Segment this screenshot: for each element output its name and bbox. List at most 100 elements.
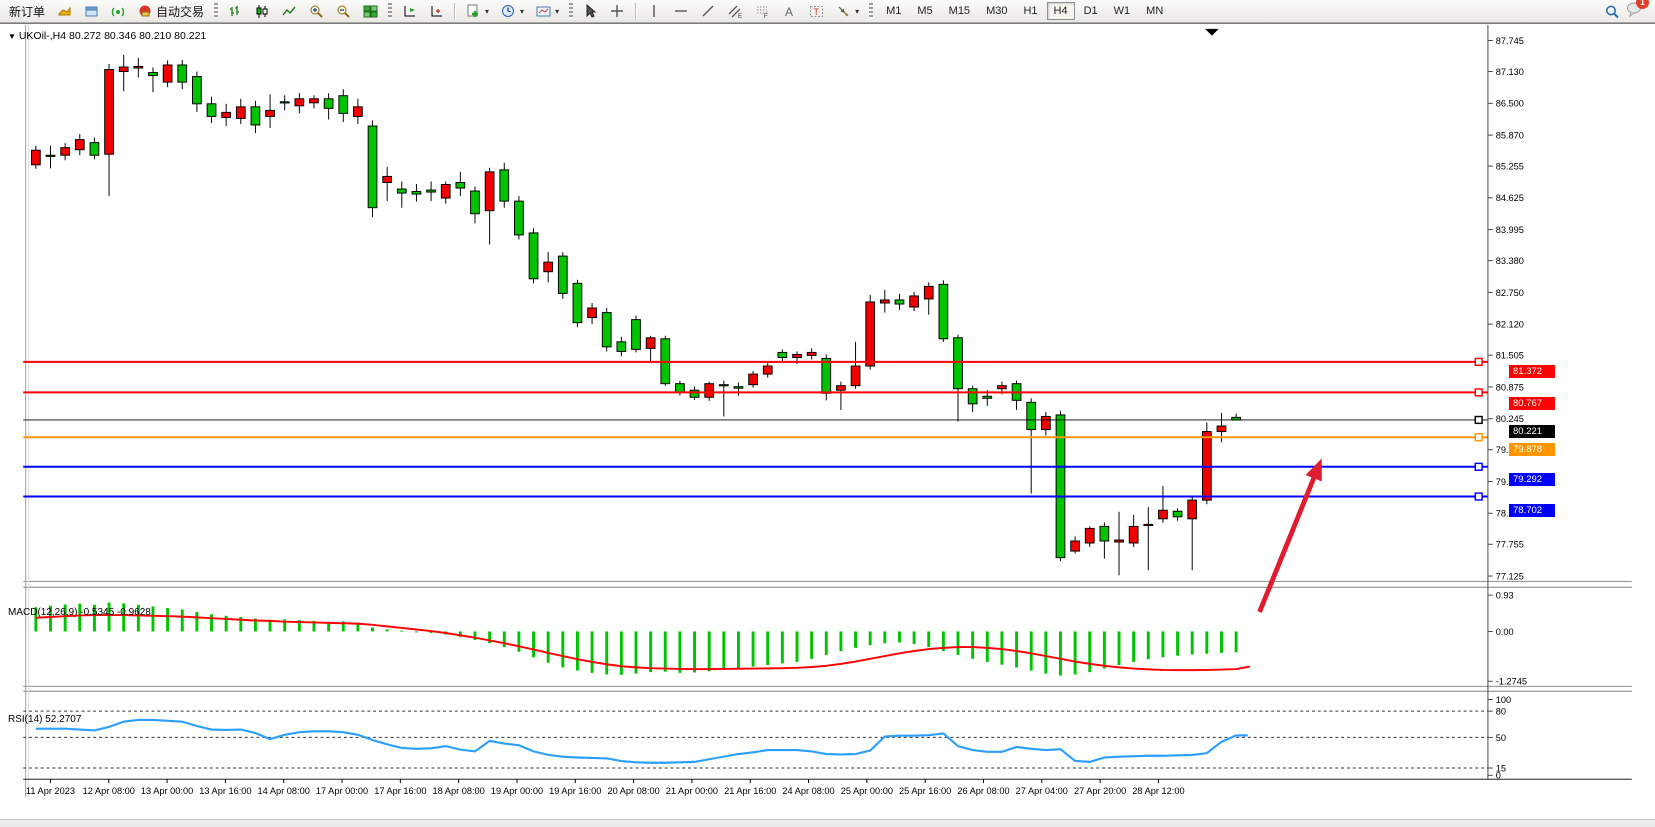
price-marker-tag[interactable]: 80.767 <box>1509 397 1555 410</box>
candle-bull <box>134 66 143 68</box>
candle-bull <box>910 296 919 307</box>
rsi-line <box>36 720 1248 763</box>
vertical-line-tool-button[interactable] <box>642 1 667 22</box>
timeframe-mn[interactable]: MN <box>1139 2 1170 20</box>
timeframe-w1[interactable]: W1 <box>1107 2 1138 20</box>
timeframe-m30[interactable]: M30 <box>979 2 1014 20</box>
time-tick-label: 27 Apr 20:00 <box>1074 786 1126 796</box>
price-marker-tag[interactable]: 79.878 <box>1509 443 1555 456</box>
candle-bull <box>544 262 553 272</box>
window-left-edge <box>28 25 29 797</box>
zoom-out-button[interactable] <box>331 1 356 22</box>
chart-symbol-label: UKOil-,H4 <box>19 30 66 42</box>
timeframe-m1[interactable]: M1 <box>879 2 908 20</box>
arrows-tool-button[interactable]: ▾ <box>831 1 864 22</box>
chart-canvas[interactable]: 87.74587.13086.50085.87085.25584.62583.9… <box>0 24 1655 820</box>
toolbar-separator <box>454 3 456 20</box>
chart-shift-button[interactable] <box>424 1 449 22</box>
trendline-tool-button[interactable] <box>696 1 721 22</box>
svg-text:T: T <box>814 7 820 17</box>
fibonacci-tool-button[interactable]: F <box>750 1 775 22</box>
timeframe-m15[interactable]: M15 <box>942 2 977 20</box>
label-tool-button[interactable]: T <box>804 1 829 22</box>
chevron-down-icon[interactable]: ▾ <box>520 7 524 16</box>
new-chart-button[interactable]: ▾ <box>461 1 494 22</box>
toolbar-drag-handle <box>569 3 573 19</box>
signals-button[interactable] <box>106 1 131 22</box>
chat-button[interactable]: 1 <box>1626 1 1641 22</box>
pane-separator <box>23 691 1632 692</box>
templates-button[interactable]: ▾ <box>531 1 564 22</box>
candle-bull <box>61 148 70 156</box>
price-tick-label: 82.120 <box>1496 320 1524 330</box>
price-marker-tag[interactable]: 80.221 <box>1509 425 1555 438</box>
zoom-in-button[interactable] <box>304 1 329 22</box>
text-tool-button[interactable]: A <box>777 1 802 22</box>
candle-bear <box>339 96 348 114</box>
line-chart-button[interactable] <box>277 1 302 22</box>
candle-bear <box>983 396 992 398</box>
macd-signal-line <box>36 615 1250 670</box>
time-tick-label: 17 Apr 00:00 <box>316 786 368 796</box>
toolbar-separator <box>635 3 637 20</box>
time-tick-label: 24 Apr 08:00 <box>782 786 834 796</box>
chart-shift-marker[interactable] <box>1205 29 1219 36</box>
candle-bear <box>734 387 743 389</box>
candle-bull <box>646 338 655 349</box>
line-chart-icon <box>282 4 297 19</box>
svg-text:E: E <box>738 14 742 19</box>
candle-bear <box>324 99 333 109</box>
macd-tick-label: 0.93 <box>1496 591 1514 601</box>
candle-bear <box>632 320 641 350</box>
timeframe-d1[interactable]: D1 <box>1077 2 1105 20</box>
horizontal-line-tool-button[interactable] <box>669 1 694 22</box>
channel-tool-button[interactable]: E <box>723 1 748 22</box>
price-tick-label: 80.245 <box>1496 414 1524 424</box>
price-marker-tag[interactable]: 78.702 <box>1509 504 1555 517</box>
time-tick-label: 12 Apr 08:00 <box>83 786 135 796</box>
timeframe-h1[interactable]: H1 <box>1016 2 1044 20</box>
candle-bear <box>602 313 611 347</box>
time-tick-label: 19 Apr 16:00 <box>549 786 601 796</box>
crosshair-tool-button[interactable] <box>605 1 630 22</box>
candle-bull <box>1071 541 1080 551</box>
cursor-tool-button[interactable] <box>578 1 603 22</box>
candle-bull <box>705 384 714 398</box>
tile-windows-button[interactable] <box>358 1 383 22</box>
market-watch-button[interactable] <box>52 1 77 22</box>
candle-bear <box>456 182 465 188</box>
candle-bull <box>236 107 245 119</box>
chevron-down-icon[interactable]: ▾ <box>855 7 859 16</box>
arrows-icon <box>836 4 851 19</box>
line-anchor-marker <box>1475 463 1482 470</box>
price-marker-tag[interactable]: 81.372 <box>1509 365 1555 378</box>
chevron-down-icon[interactable]: ▾ <box>485 7 489 16</box>
rsi-value: 52.2707 <box>45 714 81 725</box>
candle-bear <box>573 283 582 322</box>
line-anchor-marker <box>1475 417 1482 424</box>
search-button[interactable] <box>1599 1 1624 22</box>
new-order-button[interactable]: 新订单 <box>4 1 50 22</box>
price-tick-label: 87.130 <box>1496 67 1524 77</box>
candlestick-chart-button[interactable] <box>250 1 275 22</box>
price-marker-tag[interactable]: 79.292 <box>1509 473 1555 486</box>
time-tick-label: 19 Apr 00:00 <box>491 786 543 796</box>
rsi-tick-label: 0 <box>1496 771 1501 781</box>
time-tick-label: 14 Apr 08:00 <box>258 786 310 796</box>
clock-icon <box>501 4 516 19</box>
timeframe-m5[interactable]: M5 <box>910 2 939 20</box>
axis-plus-icon <box>429 4 444 19</box>
navigator-button[interactable] <box>79 1 104 22</box>
periods-button[interactable]: ▾ <box>496 1 529 22</box>
candle-bear <box>968 389 977 404</box>
timeframe-h4[interactable]: H4 <box>1047 2 1075 20</box>
autotrading-button[interactable]: 自动交易 <box>133 1 209 22</box>
symbol-dropdown-icon[interactable]: ▼ <box>8 32 16 41</box>
candle-bear <box>778 352 787 357</box>
chevron-down-icon[interactable]: ▾ <box>555 7 559 16</box>
auto-arrange-button[interactable] <box>397 1 422 22</box>
time-tick-label: 21 Apr 16:00 <box>724 786 776 796</box>
candle-bull <box>1144 524 1153 525</box>
candle-bear <box>1100 526 1109 541</box>
bar-chart-button[interactable] <box>223 1 248 22</box>
